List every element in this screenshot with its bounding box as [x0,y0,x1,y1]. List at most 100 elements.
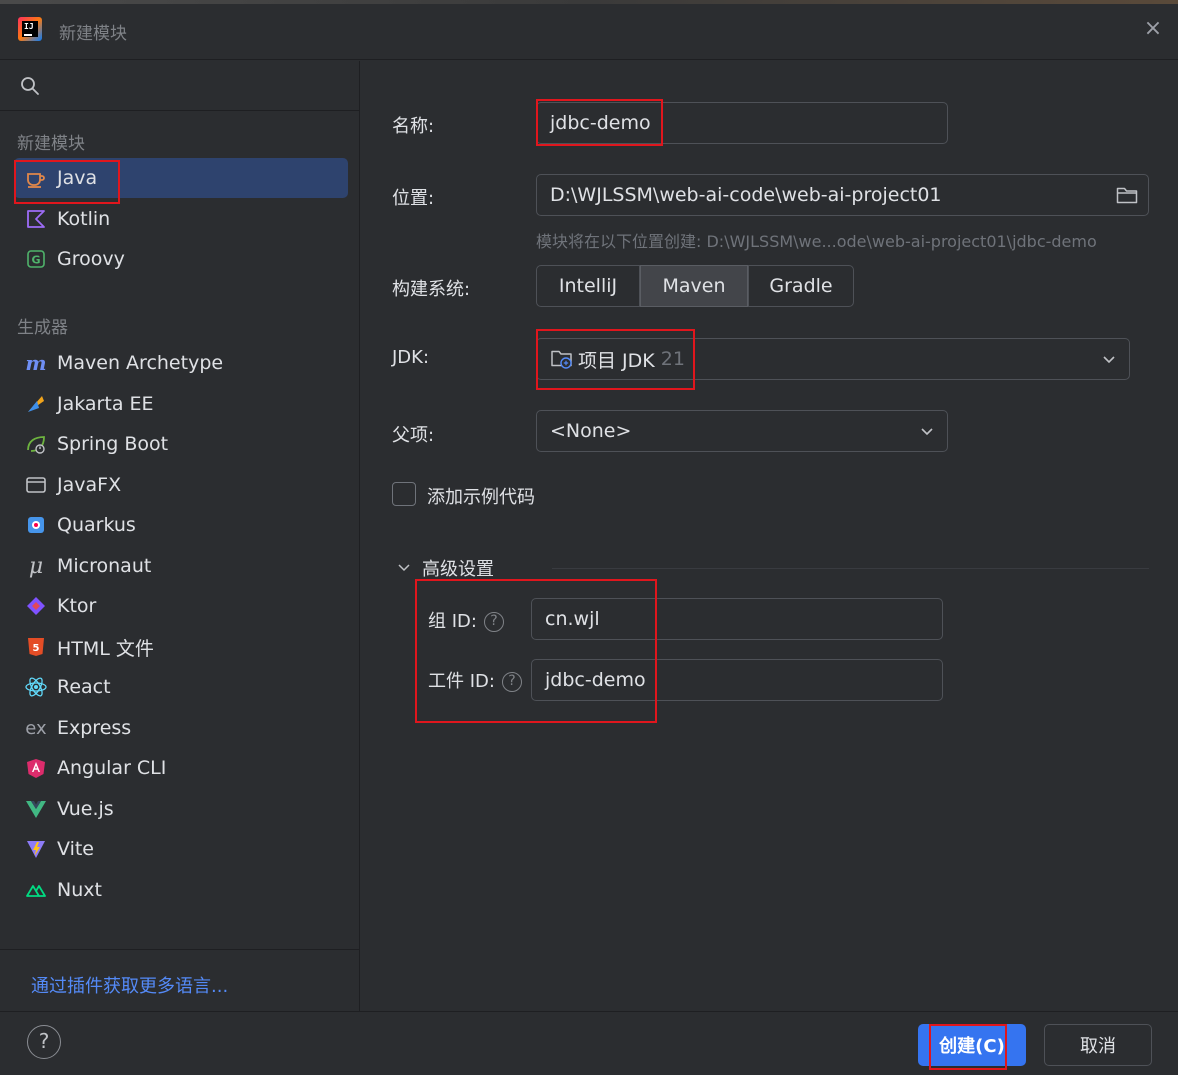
nuxt-icon [24,878,48,902]
sidebar-item-spring-boot[interactable]: Spring Boot [14,424,348,464]
sidebar-item-label: Java [57,167,98,189]
add-sample-code-label[interactable]: 添加示例代码 [427,483,535,509]
sidebar-item-label: Maven Archetype [57,352,224,374]
sidebar-item-javafx[interactable]: JavaFX [14,465,348,505]
sidebar-item-label: Express [57,717,132,739]
sidebar: 新建模块 Java Kotlin G Groovy 生成器 m Maven Ar… [0,61,360,1011]
sidebar-item-label: Groovy [57,248,125,270]
location-label: 位置: [392,188,435,209]
chevron-down-icon [398,564,410,572]
chevron-down-icon [921,428,933,436]
artifact-id-label-text: 工件 ID: [428,671,495,692]
express-icon: ex [25,717,47,739]
intellij-logo-icon: IJ [18,17,42,41]
sidebar-item-label: Angular CLI [57,757,167,779]
location-field[interactable]: D:\WJLSSM\web-ai-code\web-ai-project01 [536,174,1149,216]
sidebar-item-label: Nuxt [57,879,102,901]
micronaut-icon: μ [28,553,44,579]
close-icon[interactable]: × [1142,18,1164,40]
artifact-id-value: jdbc-demo [545,669,646,691]
kotlin-icon [24,207,48,231]
sidebar-item-express[interactable]: ex Express [14,708,348,748]
jakarta-icon [24,392,48,416]
name-label: 名称: [392,116,435,137]
project-jdk-folder-icon [551,350,572,369]
svg-text:5: 5 [33,643,40,654]
group-id-label-text: 组 ID: [428,611,477,632]
ktor-icon [24,594,48,618]
sidebar-item-groovy[interactable]: G Groovy [14,239,348,279]
jdk-label: JDK: [392,347,430,368]
sidebar-item-label: Micronaut [57,555,152,577]
cancel-button[interactable]: 取消 [1044,1024,1152,1066]
help-icon[interactable]: ? [501,672,522,692]
sidebar-item-label: JavaFX [57,474,122,496]
sidebar-item-label: HTML 文件 [57,637,154,660]
sidebar-item-label: Jakarta EE [57,393,154,415]
dialog-footer: ? 创建(C) 取消 [0,1011,1178,1075]
html5-icon: 5 [24,635,48,659]
group-id-value: cn.wjl [545,608,600,630]
quarkus-icon [24,513,48,537]
location-field-value: D:\WJLSSM\web-ai-code\web-ai-project01 [550,184,942,206]
sidebar-item-java[interactable]: Java [14,158,348,198]
vue-icon [24,797,48,821]
jdk-version: 21 [660,348,685,370]
sidebar-item-nuxt[interactable]: Nuxt [14,870,348,910]
folder-icon[interactable] [1116,185,1138,205]
sidebar-item-micronaut[interactable]: μ Micronaut [14,546,348,586]
spring-icon [24,432,48,456]
background-window-strip [0,0,1178,4]
chevron-down-icon [1103,356,1115,364]
javafx-icon [24,473,48,497]
sidebar-item-angular-cli[interactable]: Angular CLI [14,748,348,788]
add-sample-code-checkbox[interactable] [392,482,416,506]
sidebar-item-label: Kotlin [57,208,111,230]
parent-dropdown[interactable]: <None> [536,410,948,452]
module-settings-form: 名称: jdbc-demo 位置: D:\WJLSSM\web-ai-code\… [361,61,1178,1011]
jdk-dropdown[interactable]: 项目 JDK 21 [536,338,1130,380]
help-icon[interactable]: ? [483,612,504,632]
search-icon[interactable] [20,76,40,96]
sidebar-item-vuejs[interactable]: Vue.js [14,789,348,829]
sidebar-item-html-file[interactable]: 5 HTML 文件 [14,627,348,667]
plugins-link-row: 通过插件获取更多语言... [0,949,360,1011]
sidebar-item-kotlin[interactable]: Kotlin [14,199,348,239]
sidebar-item-label: Ktor [57,595,97,617]
vite-icon [24,837,48,861]
maven-icon: m [25,351,47,375]
group-id-field[interactable]: cn.wjl [531,598,943,640]
title-bar: IJ 新建模块 × [0,0,1178,60]
sidebar-item-label: Vue.js [57,798,114,820]
section-title-new-module: 新建模块 [17,134,85,154]
parent-value: <None> [550,420,632,442]
sidebar-item-label: Spring Boot [57,433,169,455]
artifact-id-label: 工件 ID:? [428,667,522,693]
artifact-id-field[interactable]: jdbc-demo [531,659,943,701]
sidebar-item-label: React [57,676,111,698]
build-option-intellij[interactable]: IntelliJ [536,265,640,307]
sidebar-item-jakarta-ee[interactable]: Jakarta EE [14,384,348,424]
sidebar-item-react[interactable]: React [14,667,348,707]
java-cup-icon [24,166,48,190]
sidebar-item-quarkus[interactable]: Quarkus [14,505,348,545]
group-id-label: 组 ID:? [428,607,504,633]
section-title-generators: 生成器 [17,318,68,338]
sidebar-item-label: Vite [57,838,94,860]
sidebar-item-ktor[interactable]: Ktor [14,586,348,626]
sidebar-item-label: Quarkus [57,514,136,536]
get-more-languages-link[interactable]: 通过插件获取更多语言... [31,972,228,998]
name-field-value: jdbc-demo [550,112,651,134]
sidebar-item-maven-archetype[interactable]: m Maven Archetype [14,343,348,383]
build-option-gradle[interactable]: Gradle [748,265,854,307]
sidebar-search[interactable] [0,61,360,111]
jdk-value: 项目 JDK [578,349,655,372]
svg-text:G: G [31,254,40,267]
create-button[interactable]: 创建(C) [918,1024,1026,1066]
name-field[interactable]: jdbc-demo [536,102,948,144]
build-option-maven[interactable]: Maven [640,265,748,307]
help-button[interactable]: ? [27,1025,61,1059]
sidebar-item-vite[interactable]: Vite [14,829,348,869]
advanced-settings-toggle[interactable]: 高级设置 [397,555,1149,581]
advanced-settings-label: 高级设置 [422,559,494,580]
